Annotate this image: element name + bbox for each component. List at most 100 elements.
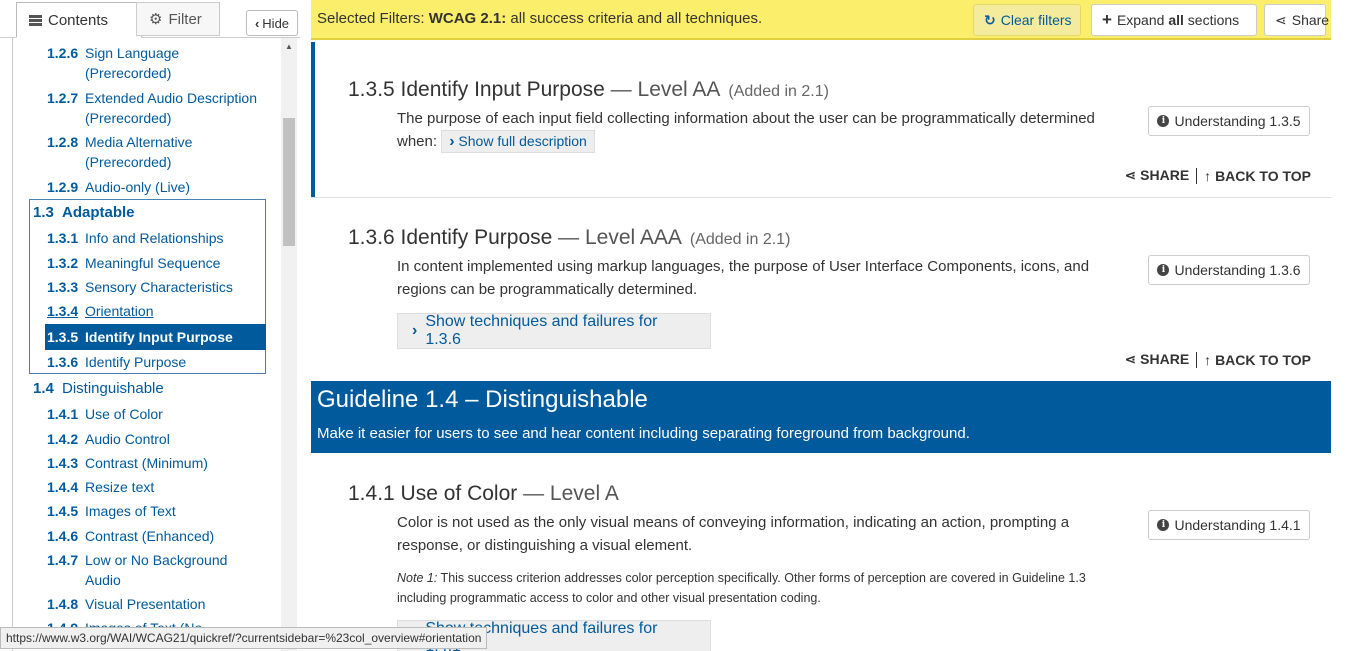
toc-label: Sensory Characteristics bbox=[85, 279, 233, 295]
selected-filters-bar: Selected Filters: WCAG 2.1: all success … bbox=[311, 0, 1331, 40]
gear-icon: ⚙ bbox=[149, 11, 163, 28]
criterion-title: 1.3.5 Identify Input Purpose — Level AA (… bbox=[348, 78, 829, 102]
toc-label: Resize text bbox=[85, 479, 155, 495]
share-button[interactable]: ⋖ Share bbox=[1264, 4, 1330, 36]
tab-filter-label: Filter bbox=[168, 10, 202, 28]
back-to-top-label: BACK TO TOP bbox=[1215, 351, 1311, 368]
toc-label: Distinguishable bbox=[62, 380, 164, 397]
scrollbar-thumb[interactable] bbox=[283, 118, 295, 246]
toc-num: 1.4 bbox=[33, 380, 54, 397]
toc-item-1-4-6[interactable]: 1.4.6 Contrast (Enhanced) bbox=[13, 526, 267, 546]
toc-num: 1.2.6 bbox=[47, 45, 79, 61]
toc-item-1-4-7[interactable]: 1.4.7 Low or No Background Audio bbox=[13, 550, 267, 590]
toc-item-1-4-3[interactable]: 1.4.3 Contrast (Minimum) bbox=[13, 453, 267, 473]
toc-num: 1.4.1 bbox=[47, 406, 79, 422]
refresh-icon: ↻ bbox=[984, 11, 996, 28]
toc-num: 1.3.5 bbox=[47, 329, 79, 345]
criterion-1-4-1: 1.4.1 Use of Color — Level A Color is no… bbox=[311, 453, 1331, 651]
clear-filters-label: Clear filters bbox=[1000, 12, 1072, 28]
toc-num: 1.4.7 bbox=[47, 552, 79, 568]
criterion-name: 1.3.6 Identify Purpose bbox=[348, 226, 553, 249]
info-icon: i bbox=[1157, 519, 1170, 531]
toc-item-1-4-8[interactable]: 1.4.8 Visual Presentation bbox=[13, 594, 267, 614]
criterion-1-3-6: 1.3.6 Identify Purpose — Level AAA (Added… bbox=[311, 198, 1331, 381]
toc-item-1-3-1[interactable]: 1.3.1 Info and Relationships bbox=[13, 228, 267, 248]
tab-filter[interactable]: ⚙ Filter bbox=[136, 2, 220, 36]
toc-num: 1.3 bbox=[33, 204, 54, 221]
expand-label: Expand all sections bbox=[1117, 12, 1239, 28]
toc-item-1-4-1[interactable]: 1.4.1 Use of Color bbox=[13, 404, 267, 424]
toc-item-1-2-9[interactable]: 1.2.9 Audio-only (Live) bbox=[13, 177, 267, 197]
share-label: Share bbox=[1291, 12, 1330, 28]
guideline-header: Guideline 1.4 – Distinguishable Make it … bbox=[311, 381, 1331, 453]
toc-item-1-4-4[interactable]: 1.4.4 Resize text bbox=[13, 477, 267, 497]
toc-num: 1.3.4 bbox=[47, 303, 79, 319]
understanding-button[interactable]: i Understanding 1.4.1 bbox=[1148, 510, 1310, 540]
criterion-note: Note 1: This success criterion addresses… bbox=[397, 568, 1137, 608]
understanding-label: Understanding 1.3.6 bbox=[1174, 262, 1301, 278]
list-icon bbox=[29, 14, 42, 26]
toc-num: 1.2.9 bbox=[47, 179, 79, 195]
toc-label: Sign Language (Prerecorded) bbox=[85, 45, 180, 81]
expand-label-pre: Expand bbox=[1116, 12, 1169, 28]
criterion-description: The purpose of each input field collecti… bbox=[397, 107, 1127, 153]
criterion-1-3-5: 1.3.5 Identify Input Purpose — Level AA (… bbox=[311, 42, 1331, 197]
share-back-row: ⋖ SHARE ↑ BACK TO TOP bbox=[1125, 351, 1311, 368]
separator bbox=[1196, 167, 1198, 184]
toc-item-1-4-2[interactable]: 1.4.2 Audio Control bbox=[13, 429, 267, 449]
toc-item-1-4[interactable]: 1.4 Distinguishable bbox=[13, 379, 267, 399]
criterion-name: 1.4.1 Use of Color bbox=[348, 482, 518, 505]
toc-num: 1.2.8 bbox=[47, 134, 79, 150]
toc-item-1-4-5[interactable]: 1.4.5 Images of Text bbox=[13, 501, 267, 521]
toc-item-1-3-6[interactable]: 1.3.6 Identify Purpose bbox=[13, 352, 267, 372]
toc-label: Meaningful Sequence bbox=[85, 255, 221, 271]
toc-num: 1.4.3 bbox=[47, 455, 79, 471]
back-to-top-label: BACK TO TOP bbox=[1215, 167, 1311, 184]
back-to-top-link[interactable]: ↑ BACK TO TOP bbox=[1204, 168, 1311, 184]
criterion-level: — Level AA bbox=[604, 78, 721, 101]
filters-prefix: Selected Filters: bbox=[317, 10, 429, 27]
understanding-button[interactable]: i Understanding 1.3.5 bbox=[1148, 106, 1310, 136]
share-back-row: ⋖ SHARE ↑ BACK TO TOP bbox=[1125, 167, 1311, 184]
toc-item-1-2-8[interactable]: 1.2.8 Media Alternative (Prerecorded) bbox=[13, 132, 267, 172]
toc-num: 1.4.2 bbox=[47, 431, 79, 447]
toc-item-1-2-6[interactable]: 1.2.6 Sign Language (Prerecorded) bbox=[13, 43, 267, 83]
show-full-description-button[interactable]: › Show full description bbox=[441, 130, 595, 153]
toc-num: 1.3.3 bbox=[47, 279, 79, 295]
toc-label: Info and Relationships bbox=[85, 230, 224, 246]
toc-label: Orientation bbox=[85, 303, 154, 319]
share-link[interactable]: ⋖ SHARE bbox=[1125, 351, 1190, 368]
expand-all-sections-button[interactable]: + Expand all sections bbox=[1091, 4, 1257, 36]
show-full-description-label: Show full description bbox=[458, 133, 587, 149]
toc-item-1-3[interactable]: 1.3 Adaptable bbox=[13, 203, 267, 223]
hide-sidebar-button[interactable]: ‹ Hide bbox=[246, 10, 298, 36]
toc-label: Identify Input Purpose bbox=[85, 329, 233, 345]
toc-item-1-2-7[interactable]: 1.2.7 Extended Audio Description (Prerec… bbox=[13, 88, 267, 128]
toc-item-1-3-5-current[interactable]: 1.3.5 Identify Input Purpose bbox=[45, 324, 266, 350]
criterion-description: In content implemented using markup lang… bbox=[397, 258, 1090, 298]
toc-num: 1.4.5 bbox=[47, 503, 79, 519]
toc-item-1-3-4[interactable]: 1.3.4 Orientation bbox=[13, 301, 267, 321]
criterion-level: — Level AAA bbox=[552, 226, 682, 249]
sidebar-scrollbar[interactable]: ▲ bbox=[281, 38, 297, 651]
note-label: Note 1: bbox=[397, 571, 438, 585]
toc-item-1-3-3[interactable]: 1.3.3 Sensory Characteristics bbox=[13, 277, 267, 297]
info-icon: i bbox=[1157, 264, 1170, 276]
main-content: 1.3.5 Identify Input Purpose — Level AA (… bbox=[311, 42, 1331, 651]
toc-label: Contrast (Enhanced) bbox=[85, 528, 215, 544]
criterion-level: — Level A bbox=[517, 482, 619, 505]
scroll-up-arrow-icon[interactable]: ▲ bbox=[281, 42, 297, 52]
chevron-right-icon: › bbox=[449, 133, 455, 150]
understanding-button[interactable]: i Understanding 1.3.6 bbox=[1148, 255, 1310, 285]
clear-filters-button[interactable]: ↻ Clear filters bbox=[973, 4, 1081, 36]
filters-version: WCAG 2.1: bbox=[428, 10, 507, 27]
show-techniques-button[interactable]: › Show techniques and failures for 1.3.6 bbox=[397, 313, 711, 349]
toc-label: Use of Color bbox=[85, 406, 163, 422]
tab-contents[interactable]: Contents bbox=[16, 2, 142, 38]
plus-icon: + bbox=[1102, 10, 1112, 29]
understanding-label: Understanding 1.4.1 bbox=[1174, 517, 1301, 533]
back-to-top-link[interactable]: ↑ BACK TO TOP bbox=[1204, 352, 1311, 368]
toc-item-1-3-2[interactable]: 1.3.2 Meaningful Sequence bbox=[13, 253, 267, 273]
sidebar: Contents ⚙ Filter ‹ Hide 1.2.6 Sign Lang… bbox=[0, 0, 300, 651]
share-link[interactable]: ⋖ SHARE bbox=[1125, 167, 1190, 184]
